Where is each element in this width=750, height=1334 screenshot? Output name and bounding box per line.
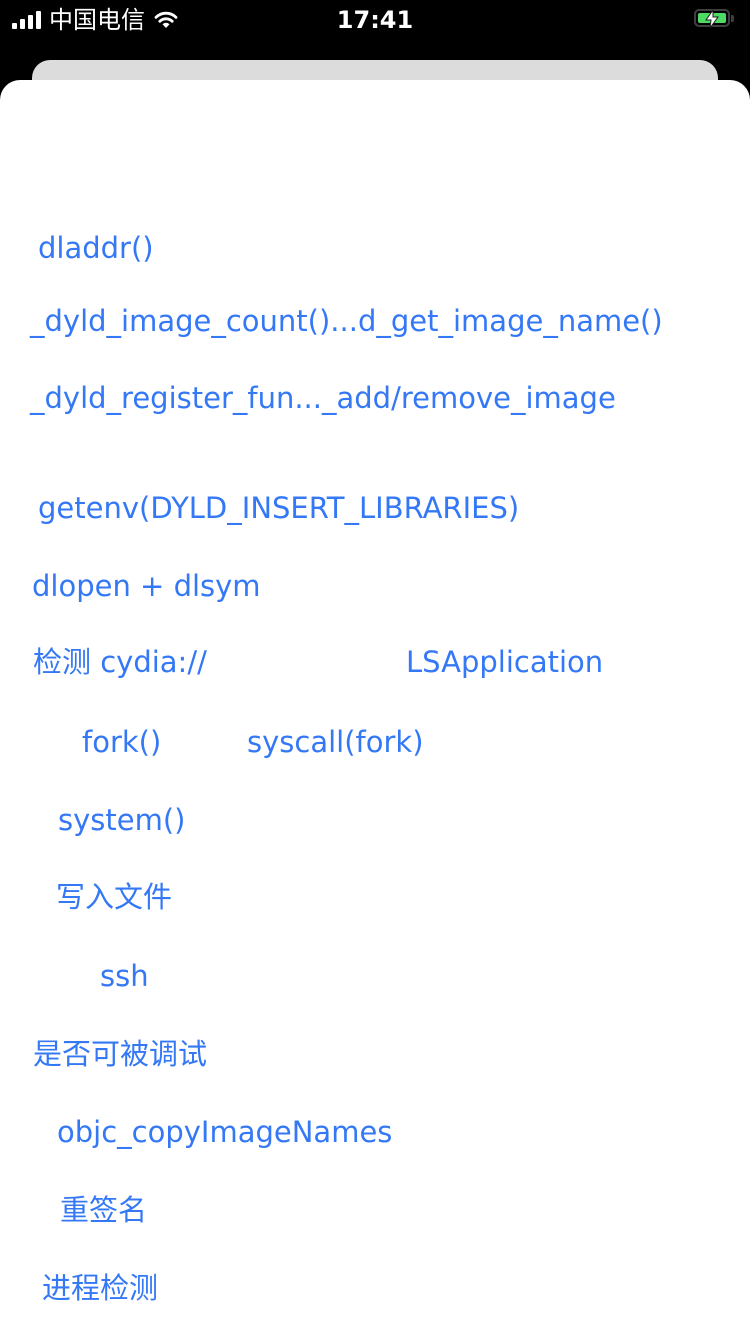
fork-button[interactable]: fork()	[82, 724, 161, 760]
status-bar: 中国电信 17:41	[0, 0, 750, 40]
dyld-register-button[interactable]: _dyld_register_fun..._add/remove_image	[30, 380, 616, 416]
system-button[interactable]: system()	[58, 802, 185, 838]
cydia-button[interactable]: 检测 cydia://	[33, 644, 207, 680]
syscall-fork-button[interactable]: syscall(fork)	[247, 724, 424, 760]
getenv-button[interactable]: getenv(DYLD_INSERT_LIBRARIES)	[38, 490, 519, 526]
objc-copy-image-names-button[interactable]: objc_copyImageNames	[57, 1114, 392, 1150]
dyld-image-count-button[interactable]: _dyld_image_count()...d_get_image_name()	[30, 303, 663, 339]
ssh-button[interactable]: ssh	[100, 958, 149, 994]
modal-sheet: dladdr() _dyld_image_count()...d_get_ima…	[0, 80, 750, 1334]
lsapplication-button[interactable]: LSApplication	[406, 644, 603, 680]
status-time: 17:41	[336, 6, 414, 34]
bolt-icon	[705, 10, 719, 28]
dlopen-button[interactable]: dlopen + dlsym	[32, 568, 261, 604]
resign-button[interactable]: 重签名	[60, 1192, 147, 1228]
write-file-button[interactable]: 写入文件	[56, 879, 172, 915]
process-detect-button[interactable]: 进程检测	[42, 1270, 158, 1306]
dladdr-button[interactable]: dladdr()	[38, 230, 154, 266]
battery-charging-icon	[694, 9, 736, 29]
debuggable-button[interactable]: 是否可被调试	[33, 1036, 207, 1072]
